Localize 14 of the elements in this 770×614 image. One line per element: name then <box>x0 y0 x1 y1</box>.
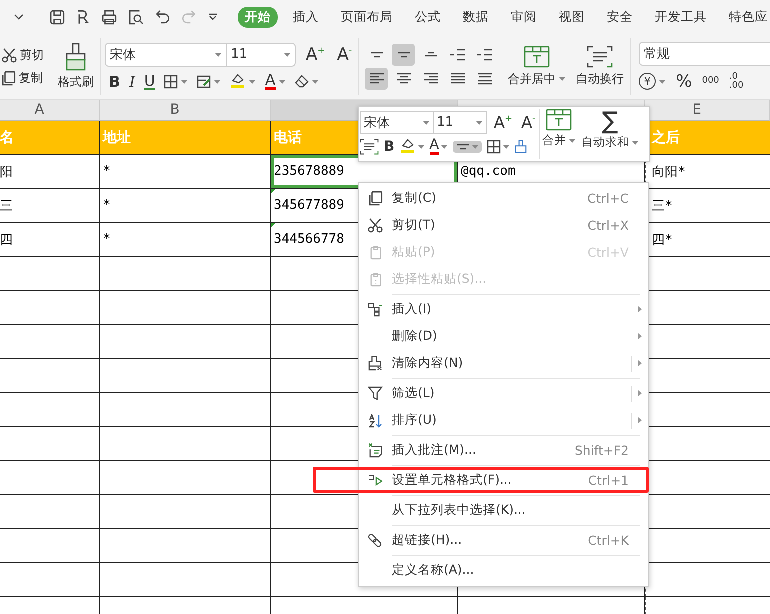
shortcut-label: Ctrl+K <box>588 533 629 548</box>
shortcut-label: Ctrl+X <box>588 218 629 233</box>
table-cell: 三 <box>0 189 100 223</box>
table-cell: 四 <box>0 223 100 257</box>
table-cell: * <box>100 155 271 189</box>
table-cell: 名 <box>0 121 100 155</box>
table-cell: * <box>100 223 271 257</box>
table-cell: 地址 <box>100 121 271 155</box>
sum-symbol: ∑ <box>602 109 618 133</box>
shortcut-label: Ctrl+C <box>588 191 629 206</box>
table-cell: 阳 <box>0 155 100 189</box>
table-cell: * <box>100 189 271 223</box>
shortcut-label: Ctrl+1 <box>588 473 629 488</box>
shortcut-label: Shift+F2 <box>574 443 629 458</box>
